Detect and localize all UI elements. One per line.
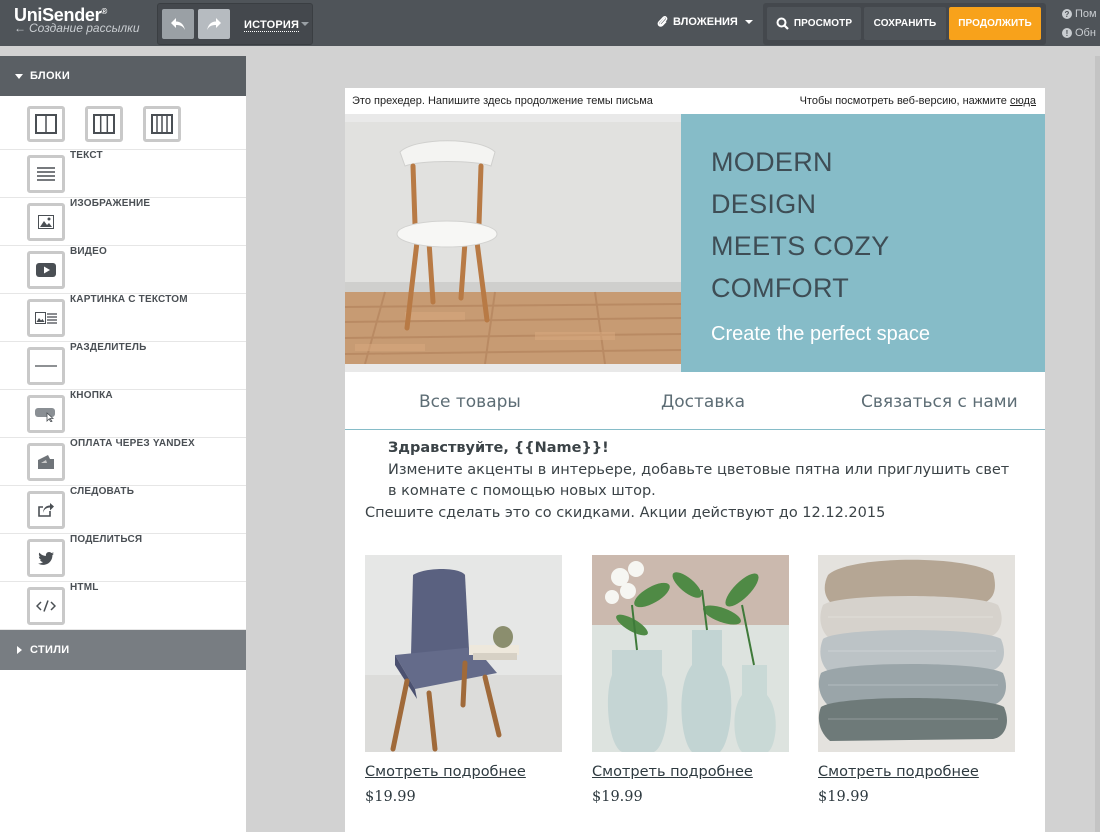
twitter-share-icon — [27, 539, 65, 577]
hero-subtitle: Create the perfect space — [711, 323, 931, 345]
block-item-text[interactable]: ТЕКСТ — [0, 150, 246, 198]
product-price: $19.99 — [818, 789, 869, 805]
hero-heading-line: COMFORT — [711, 273, 850, 303]
block-item-divider[interactable]: РАЗДЕЛИТЕЛЬ — [0, 342, 246, 390]
chevron-down-icon[interactable] — [301, 22, 309, 26]
preview-button[interactable]: ПРОСМОТР — [767, 7, 861, 40]
arrow-left-icon: ← — [14, 21, 26, 35]
help-link[interactable]: ? Пом — [1062, 8, 1097, 20]
nav-link-delivery[interactable]: Доставка — [661, 392, 745, 412]
undo-icon — [171, 18, 185, 30]
back-to-campaign-link[interactable]: ← Создание рассылки — [14, 21, 140, 35]
paragraph-text: Спешите сделать это со скидками. Акции д… — [365, 504, 886, 521]
four-column-layout-icon[interactable] — [143, 106, 181, 142]
updates-link[interactable]: ! Обн — [1062, 27, 1096, 39]
continue-button[interactable]: ПРОДОЛЖИТЬ — [949, 7, 1041, 40]
redo-icon — [207, 18, 221, 30]
yandex-payment-icon — [27, 443, 65, 481]
save-button[interactable]: СОХРАНИТЬ — [864, 7, 946, 40]
redo-button[interactable] — [198, 9, 230, 39]
product-price: $19.99 — [365, 789, 416, 805]
block-item-yandex-payment[interactable]: ОПЛАТА ЧЕРЕЗ YANDEX — [0, 438, 246, 486]
block-item-html[interactable]: HTML — [0, 582, 246, 630]
undo-button[interactable] — [162, 9, 194, 39]
preheader-text: Это прехедер. Напишите здесь продолжение… — [352, 95, 653, 107]
hero-chair-image — [345, 122, 681, 364]
button-block-icon — [27, 395, 65, 433]
hero-text-panel: MODERN DESIGN MEETS COZY COMFORT Create … — [681, 114, 1045, 372]
text-block[interactable]: Здравствуйте, {{Name}}! Измените акценты… — [365, 438, 1015, 524]
product-image-knitwear — [818, 555, 1015, 752]
image-block-icon — [27, 203, 65, 241]
caret-down-icon — [15, 73, 23, 79]
top-toolbar: UniSender® ← Создание рассылки ИСТОРИЯ В… — [0, 0, 1100, 46]
styles-panel-header[interactable]: СТИЛИ — [0, 630, 246, 670]
block-item-video[interactable]: ВИДЕО — [0, 246, 246, 294]
attachments-label: ВЛОЖЕНИЯ — [673, 15, 738, 28]
attachments-dropdown[interactable]: ВЛОЖЕНИЯ — [657, 15, 753, 28]
product-card[interactable]: Смотреть подробнее $19.99 — [592, 555, 789, 805]
block-item-button[interactable]: КНОПКА — [0, 390, 246, 438]
text-block-icon — [27, 155, 65, 193]
product-details-link[interactable]: Смотреть подробнее — [592, 764, 753, 780]
block-item-image-text[interactable]: КАРТИНКА С ТЕКСТОМ — [0, 294, 246, 342]
info-icon: ! — [1062, 28, 1072, 38]
two-column-layout-icon[interactable] — [27, 106, 65, 142]
paperclip-icon — [657, 16, 668, 27]
email-nav-menu[interactable]: Все товары Доставка Связаться с нами — [345, 372, 1045, 430]
help-icon: ? — [1062, 9, 1072, 19]
product-image-vases — [592, 555, 789, 752]
greeting-text: Здравствуйте, {{Name}}! — [388, 440, 609, 456]
action-buttons-group: ПРОСМОТР СОХРАНИТЬ ПРОДОЛЖИТЬ — [763, 3, 1046, 45]
video-block-icon — [27, 251, 65, 289]
webview-notice: Чтобы посмотреть веб-версию, нажмите сюд… — [799, 95, 1036, 107]
product-details-link[interactable]: Смотреть подробнее — [818, 764, 979, 780]
hero-heading-line: MEETS COZY — [711, 231, 890, 261]
block-item-follow[interactable]: СЛЕДОВАТЬ — [0, 486, 246, 534]
history-dropdown[interactable]: ИСТОРИЯ — [244, 19, 300, 32]
nav-link-all-products[interactable]: Все товары — [419, 392, 521, 412]
blocks-sidebar: БЛОКИ ТЕКСТ ИЗОБРАЖЕНИЕ ВИДЕО КАРТИНКА С… — [0, 56, 246, 832]
product-details-link[interactable]: Смотреть подробнее — [365, 764, 526, 780]
product-card[interactable]: Смотреть подробнее $19.99 — [365, 555, 562, 805]
image-text-block-icon — [27, 299, 65, 337]
magnifier-icon — [776, 17, 789, 30]
block-item-image[interactable]: ИЗОБРАЖЕНИЕ — [0, 198, 246, 246]
email-editor-canvas[interactable]: Это прехедер. Напишите здесь продолжение… — [246, 56, 1100, 832]
hero-heading-line: MODERN — [711, 147, 833, 177]
product-card[interactable]: Смотреть подробнее $19.99 — [818, 555, 1015, 805]
product-price: $19.99 — [592, 789, 643, 805]
caret-right-icon — [17, 646, 22, 654]
paragraph-text: Измените акценты в интерьере, добавьте ц… — [388, 461, 1010, 500]
nav-link-contact[interactable]: Связаться с нами — [861, 392, 1018, 412]
preheader-row[interactable]: Это прехедер. Напишите здесь продолжение… — [345, 88, 1045, 114]
divider-block-icon — [27, 347, 65, 385]
hero-block[interactable]: MODERN DESIGN MEETS COZY COMFORT Create … — [345, 114, 1045, 372]
html-code-icon — [27, 587, 65, 625]
hero-heading-line: DESIGN — [711, 189, 817, 219]
webview-link[interactable]: сюда — [1010, 95, 1036, 107]
block-item-share[interactable]: ПОДЕЛИТЬСЯ — [0, 534, 246, 582]
canvas-scrollbar[interactable] — [1095, 56, 1100, 832]
follow-icon — [27, 491, 65, 529]
three-column-layout-icon[interactable] — [85, 106, 123, 142]
history-group: ИСТОРИЯ — [157, 3, 313, 45]
email-template: Это прехедер. Напишите здесь продолжение… — [345, 88, 1045, 832]
column-layouts-row — [0, 96, 246, 150]
chevron-down-icon — [744, 19, 753, 24]
product-image-chair — [365, 555, 562, 752]
back-label: Создание рассылки — [29, 21, 140, 35]
blocks-panel-header[interactable]: БЛОКИ — [0, 56, 246, 96]
